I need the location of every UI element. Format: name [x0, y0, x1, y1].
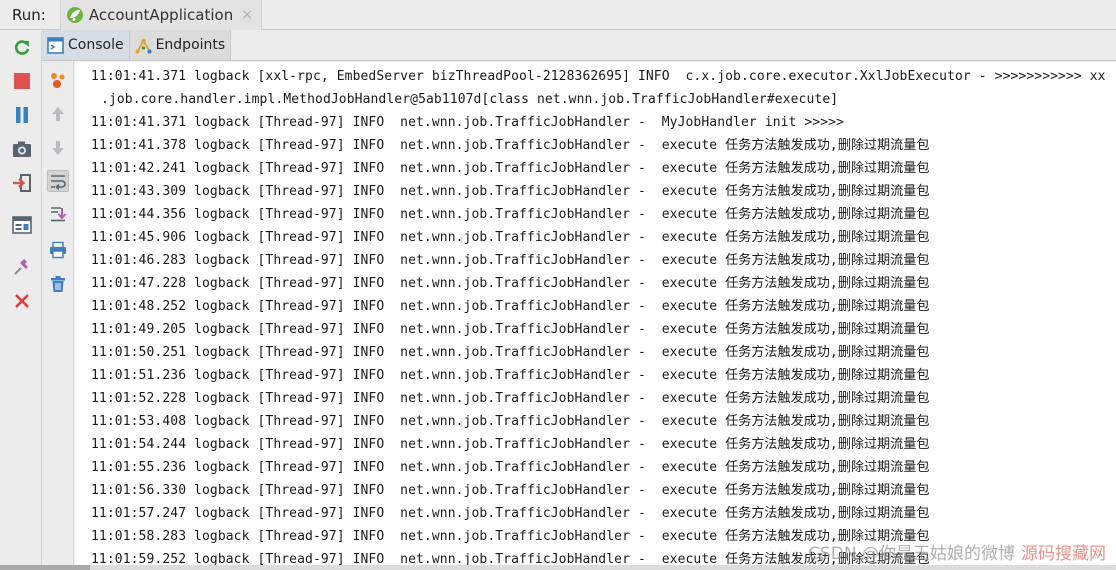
run-toolwindow-header: Run: AccountApplication × — [0, 0, 1116, 30]
console-line: 11:01:46.283 logback [Thread-97] INFO ne… — [91, 253, 930, 268]
console-line: 11:01:57.247 logback [Thread-97] INFO ne… — [91, 506, 930, 521]
scroll-up-button[interactable] — [47, 103, 69, 125]
watermark-red-text: 源码搜藏网 — [1021, 544, 1106, 564]
console-line: 11:01:50.251 logback [Thread-97] INFO ne… — [91, 345, 930, 360]
pause-button[interactable] — [10, 103, 34, 127]
console-line: 11:01:59.252 logback [Thread-97] INFO ne… — [91, 552, 930, 565]
tab-endpoints-label: Endpoints — [155, 37, 226, 53]
scroll-to-end-button[interactable] — [47, 203, 69, 225]
pin-icon — [14, 259, 28, 275]
soft-wrap-icon — [51, 175, 66, 190]
arrow-up-icon — [52, 107, 64, 121]
console-line: .job.core.handler.impl.MethodJobHandler@… — [101, 92, 839, 107]
console-line: 11:01:47.228 logback [Thread-97] INFO ne… — [91, 276, 930, 291]
pin-tab-button[interactable] — [10, 255, 34, 279]
clear-all-button[interactable] — [47, 273, 69, 295]
console-line: 11:01:55.236 logback [Thread-97] INFO ne… — [91, 460, 930, 475]
console-icon — [47, 36, 64, 54]
tab-endpoints[interactable]: Endpoints — [129, 30, 232, 60]
scroll-down-button[interactable] — [47, 137, 69, 159]
console-line: 11:01:45.906 logback [Thread-97] INFO ne… — [91, 230, 930, 245]
console-line: 11:01:41.371 logback [xxl-rpc, EmbedServ… — [91, 69, 1106, 84]
close-tab-icon[interactable]: × — [241, 7, 253, 23]
run-label: Run: — [12, 5, 46, 24]
layout-icon — [12, 216, 32, 234]
console-line: 11:01:54.244 logback [Thread-97] INFO ne… — [91, 437, 930, 452]
soft-wrap-button[interactable] — [47, 170, 69, 192]
horizontal-scrollbar[interactable] — [0, 565, 1116, 570]
trash-icon — [51, 276, 65, 292]
watermark: CSDN @你是王姑娘的微博 源码搜藏网 — [808, 539, 1106, 564]
dump-threads-button[interactable] — [10, 137, 34, 161]
console-line: 11:01:41.378 logback [Thread-97] INFO ne… — [91, 138, 930, 153]
console-line: 11:01:52.228 logback [Thread-97] INFO ne… — [91, 391, 930, 406]
printer-icon — [50, 241, 66, 259]
arrow-down-icon — [52, 141, 64, 155]
run-tab-account-application[interactable]: AccountApplication × — [59, 0, 262, 30]
console-output[interactable]: 11:01:41.371 logback [xxl-rpc, EmbedServ… — [75, 62, 1116, 565]
console-line: 11:01:41.371 logback [Thread-97] INFO ne… — [91, 115, 845, 130]
console-line: 11:01:49.205 logback [Thread-97] INFO ne… — [91, 322, 930, 337]
console-toolbar — [42, 61, 74, 565]
spring-boot-icon — [66, 6, 83, 23]
bug-icon — [51, 73, 65, 88]
exit-button[interactable] — [10, 171, 34, 195]
pause-icon — [16, 107, 28, 123]
console-line: 11:01:51.236 logback [Thread-97] INFO ne… — [91, 368, 930, 383]
watermark-text: CSDN @你是王姑娘的微博 — [808, 544, 1015, 564]
exit-icon — [13, 174, 31, 192]
tab-console-label: Console — [68, 37, 124, 53]
scrollbar-thumb[interactable] — [0, 565, 90, 570]
console-tabs: Console Endpoints — [42, 30, 1116, 61]
debug-button[interactable] — [47, 69, 69, 91]
console-line: 11:01:58.283 logback [Thread-97] INFO ne… — [91, 529, 930, 544]
stop-button[interactable] — [10, 69, 34, 93]
rerun-icon — [14, 40, 30, 55]
print-button[interactable] — [47, 239, 69, 261]
console-line: 11:01:42.241 logback [Thread-97] INFO ne… — [91, 161, 930, 176]
console-line: 11:01:44.356 logback [Thread-97] INFO ne… — [91, 207, 930, 222]
restore-layout-button[interactable] — [10, 213, 34, 237]
close-button[interactable] — [10, 289, 34, 313]
console-line: 11:01:56.330 logback [Thread-97] INFO ne… — [91, 483, 930, 498]
scroll-to-end-icon — [51, 207, 67, 222]
run-toolbar — [0, 31, 42, 565]
stop-icon — [14, 73, 30, 89]
console-line: 11:01:48.252 logback [Thread-97] INFO ne… — [91, 299, 930, 314]
console-line: 11:01:43.309 logback [Thread-97] INFO ne… — [91, 184, 930, 199]
rerun-button[interactable] — [10, 36, 34, 60]
console-line: 11:01:53.408 logback [Thread-97] INFO ne… — [91, 414, 930, 429]
tab-console[interactable]: Console — [42, 30, 130, 60]
endpoints-icon — [135, 38, 152, 53]
camera-icon — [13, 141, 31, 157]
close-icon — [15, 294, 29, 308]
run-tab-title: AccountApplication — [88, 5, 234, 24]
